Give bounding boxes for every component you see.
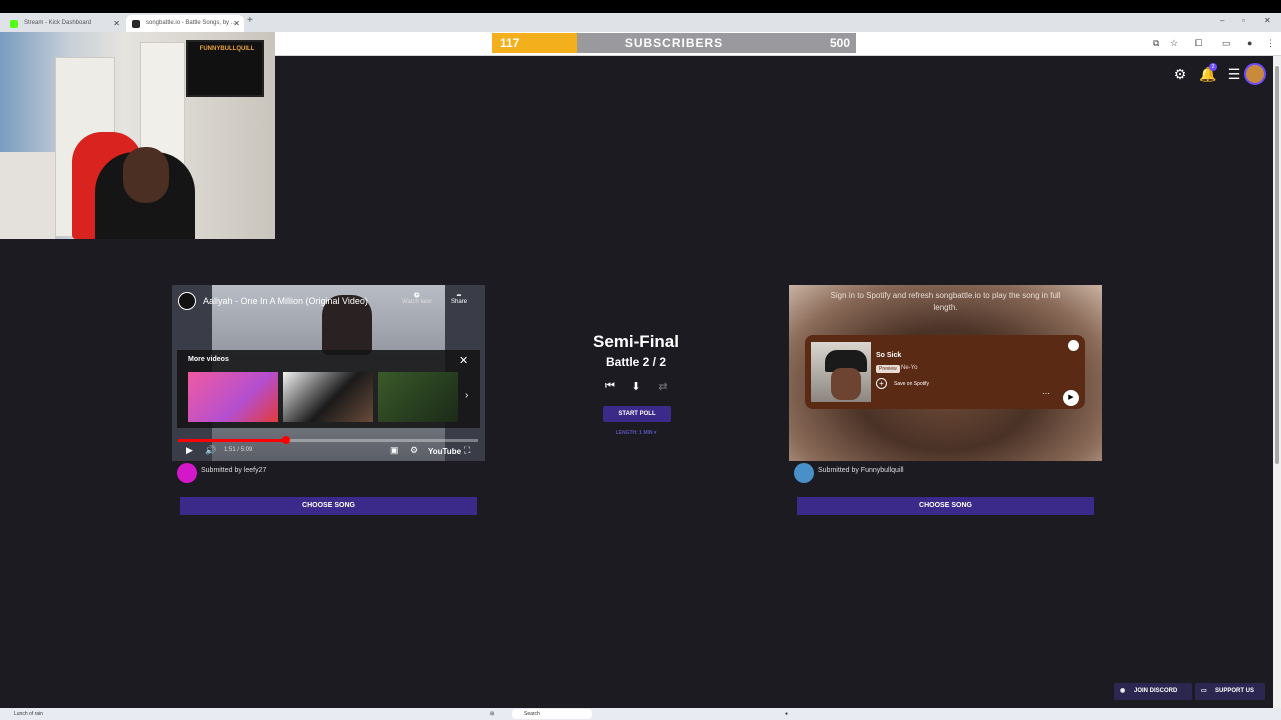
artist-name[interactable]: Ne-Yo [901,365,917,371]
new-tab-icon[interactable]: + [247,15,253,26]
start-icon[interactable]: ⊞ [490,709,494,719]
webcam-poster: FUNNYBULLQUILL [186,40,264,97]
video-thumbnail[interactable] [378,372,458,422]
choose-song-right-button[interactable]: CHOOSE SONG [797,497,1094,515]
spotify-logo-icon[interactable] [1068,340,1079,351]
video-thumbnail[interactable] [283,372,373,422]
webcam-shelf [0,152,55,239]
extensions-icon[interactable]: ⧠ [1195,38,1202,49]
subscriber-goal-label: SUBSCRIBERS [624,36,724,50]
spotify-track-card[interactable]: So Sick Preview Ne-Yo + Save on Spotify … [805,335,1085,409]
save-on-spotify-link[interactable]: Save on Spotify [894,381,929,387]
play-icon[interactable]: ▶ [186,445,193,456]
tab-songbattle[interactable]: songbattle.io - Battle Songs, by ... ✕ [126,15,244,32]
profile-icon[interactable]: ● [1247,38,1252,48]
skip-back-icon[interactable]: ⏮ [602,380,618,394]
discord-icon: ◉ [1120,688,1126,694]
chrome-menu-icon[interactable]: ⋮ [1266,38,1275,49]
share-button[interactable]: ➦ Share [451,292,467,305]
battle-info: Semi-Final Battle 2 / 2 ⏮ ⬇ ⇄ [566,332,706,393]
video-progress-played [178,439,286,442]
video-thumbnail[interactable] [188,372,278,422]
join-discord-button[interactable]: ◉ JOIN DISCORD [1114,683,1192,700]
kick-favicon-icon [10,20,18,28]
preview-badge: Preview [876,365,900,373]
submitted-by-text: Submitted by leefy27 [201,467,267,474]
taskbar-search[interactable]: Search [512,709,592,719]
support-icon: ▭ [1201,688,1207,694]
spotify-play-icon[interactable]: ▶ [1063,390,1079,406]
channel-logo-icon[interactable] [178,292,196,310]
album-art-face [831,368,861,400]
scrollbar-thumb[interactable] [1275,66,1279,464]
submitted-by-text: Submitted by Funnybullquill [818,467,904,474]
join-discord-label: JOIN DISCORD [1134,688,1178,694]
submitter-avatar [794,463,814,483]
weather-widget[interactable]: Lunch of rain [14,709,43,719]
watch-later-button[interactable]: 🕒 Watch later [402,292,432,305]
fullscreen-icon[interactable]: ⛶ [464,445,470,456]
add-plus-icon[interactable]: + [876,378,887,389]
webcam-head [123,147,169,203]
tab-kick-dashboard[interactable]: Stream - Kick Dashboard ✕ [4,15,124,32]
more-videos-panel: More videos ✕ › [177,350,480,428]
support-us-button[interactable]: ▭ SUPPORT US [1195,683,1265,700]
youtube-logo[interactable]: YouTube [428,447,461,456]
shuffle-icon[interactable]: ⇄ [655,380,671,394]
more-videos-title: More videos [188,356,229,363]
battle-counter: Battle 2 / 2 [605,355,667,369]
close-window-icon[interactable]: ✕ [1264,16,1271,25]
close-more-videos-icon[interactable]: ✕ [459,354,468,367]
maximize-icon[interactable]: ▫ [1242,16,1245,25]
video-progress-knob[interactable] [282,436,290,444]
song-title[interactable]: So Sick [876,352,901,359]
bookmark-star-icon[interactable]: ☆ [1170,38,1178,49]
spotify-embed[interactable]: Sign in to Spotify and refresh songbattl… [789,285,1102,461]
round-title: Semi-Final [593,332,679,351]
tab-title: songbattle.io - Battle Songs, by ... [146,20,236,26]
video-progress-bar[interactable] [178,436,478,444]
close-tab-icon[interactable]: ✕ [233,19,240,28]
video-time: 1:51 / 5:09 [224,447,253,453]
album-art [811,342,871,402]
webcam-overlay: FUNNYBULLQUILL [0,32,275,239]
songbattle-favicon-icon [132,20,140,28]
captions-icon[interactable]: ▣ [390,445,399,456]
tab-title: Stream - Kick Dashboard [24,20,92,26]
notification-badge: 2 [1209,63,1217,71]
choose-song-left-button[interactable]: CHOOSE SONG [180,497,477,515]
user-avatar[interactable] [1244,63,1266,85]
support-us-label: SUPPORT US [1215,688,1255,694]
youtube-player[interactable]: Aaliyah - One In A Million (Original Vid… [172,285,485,461]
spotify-signin-notice: Sign in to Spotify and refresh songbattl… [830,291,1061,312]
poll-length-select[interactable]: LENGTH: 1 MIN ▾ [566,430,706,436]
watch-later-label: Watch later [402,299,433,305]
menu-hamburger-icon[interactable]: ☰ [1226,66,1242,82]
taskbar-app-icon[interactable]: ● [785,709,788,719]
settings-gear-icon[interactable]: ⚙ [1172,66,1188,82]
poster-text: FUNNYBULLQUILL [199,46,255,52]
submitter-avatar [177,463,197,483]
side-panel-icon[interactable]: ▭ [1222,38,1231,49]
video-title[interactable]: Aaliyah - One In A Million (Original Vid… [203,296,368,306]
install-app-icon[interactable]: ⧉ [1153,38,1159,49]
more-options-icon[interactable]: ⋯ [1042,389,1050,398]
settings-icon[interactable]: ⚙ [410,445,418,456]
subscriber-target: 500 [829,36,850,50]
os-taskbar: Lunch of rain ⊞ Search ● [0,708,1281,720]
download-icon[interactable]: ⬇ [628,380,644,394]
start-poll-button[interactable]: START POLL [603,406,671,422]
title-bar [0,0,1281,13]
share-label: Share [451,299,468,305]
subscriber-goal-bar: 117 SUBSCRIBERS 500 [492,33,856,53]
minimize-icon[interactable]: – [1220,16,1224,25]
volume-icon[interactable]: 🔊 [205,445,216,456]
tab-strip: Stream - Kick Dashboard ✕ songbattle.io … [0,13,1281,32]
close-tab-icon[interactable]: ✕ [113,19,120,28]
chevron-right-icon[interactable]: › [465,390,468,401]
